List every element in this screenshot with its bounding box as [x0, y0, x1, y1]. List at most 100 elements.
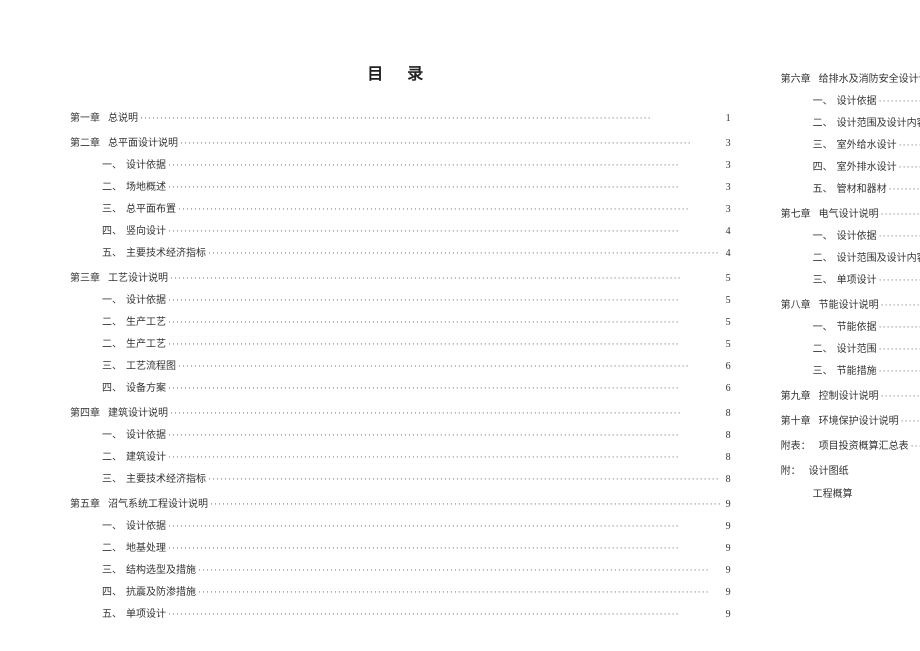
toc-leader: ········································… [166, 609, 724, 619]
toc-title: 目 录 [70, 60, 731, 84]
toc-text: 节能措施 [837, 362, 877, 377]
toc-leader: ········································… [168, 408, 724, 418]
attachment-line: 附： 设计图纸 [781, 462, 920, 477]
toc-page: 5 [726, 339, 731, 350]
sub-label: 二、 [102, 313, 122, 328]
toc-subitem: 二、设计范围及设计内容·····························… [781, 114, 920, 129]
toc-text: 单项设计 [126, 605, 166, 620]
toc-chapter: 第八章节能设计说明·······························… [781, 296, 920, 311]
sub-label: 二、 [102, 448, 122, 463]
sub-label: 三、 [102, 470, 122, 485]
toc-leader: ········································… [166, 430, 724, 440]
toc-subitem: 一、设计依据··································… [70, 426, 731, 441]
toc-leader: ········································… [877, 96, 920, 106]
sub-label: 二、 [102, 178, 122, 193]
toc-text: 建筑设计 [126, 448, 166, 463]
sub-label: 五、 [102, 244, 122, 259]
toc-page: 5 [726, 295, 731, 306]
toc-chapter: 第九章控制设计说明·······························… [781, 387, 920, 402]
toc-text: 主要技术经济指标 [126, 244, 206, 259]
toc-chapter: 第一章总说明··································… [70, 109, 731, 124]
sub-label: 五、 [813, 180, 833, 195]
toc-text: 工艺设计说明 [108, 269, 168, 284]
toc-leader: ········································… [166, 452, 724, 462]
toc-leader: ········································… [176, 361, 724, 371]
toc-text: 设计依据 [126, 156, 166, 171]
toc-text: 生产工艺 [126, 313, 166, 328]
toc-chapter: 第四章建筑设计说明·······························… [70, 404, 731, 419]
toc-subitem: 三、结构选型及措施·······························… [70, 561, 731, 576]
toc-page: 3 [726, 138, 731, 149]
toc-leader: ········································… [877, 231, 920, 241]
sub-label: 一、 [102, 517, 122, 532]
toc-page: 5 [726, 317, 731, 328]
toc-page: 1 [726, 113, 731, 124]
toc-subitem: 三、主要技术经济指标······························… [70, 470, 731, 485]
toc-text: 环境保护设计说明 [819, 412, 899, 427]
sub-label: 三、 [102, 561, 122, 576]
toc-leader: ········································… [196, 565, 724, 575]
toc-text: 设计依据 [837, 92, 877, 107]
toc-subitem: 二、场地概述··································… [70, 178, 731, 193]
toc-page: 9 [726, 609, 731, 620]
appendix-line: 附表： 项目投资概算汇总表 ··························… [781, 437, 920, 452]
chapter-label: 第六章 [781, 70, 811, 85]
sub-label: 一、 [102, 156, 122, 171]
chapter-label: 第五章 [70, 495, 100, 510]
toc-subitem: 三、节能措施··································… [781, 362, 920, 377]
toc-text: 场地概述 [126, 178, 166, 193]
toc-page: 9 [726, 587, 731, 598]
toc-leader: ········································… [178, 138, 724, 148]
toc-leader: ········································… [879, 391, 920, 401]
sub-label: 五、 [102, 605, 122, 620]
toc-leader: ········································… [897, 140, 920, 150]
sub-label: 三、 [813, 362, 833, 377]
appendix-label: 附表： [781, 437, 811, 452]
toc-leader: ········································… [166, 226, 724, 236]
toc-leader: ········································… [909, 441, 920, 451]
toc-leader: ········································… [206, 474, 724, 484]
toc-subitem: 二、设计范围及设计内容·····························… [781, 249, 920, 264]
toc-page: 8 [726, 474, 731, 485]
toc-subitem: 三、总平面布置·································… [70, 200, 731, 215]
toc-page: 8 [726, 408, 731, 419]
sub-label: 二、 [813, 249, 833, 264]
appendix-text: 项目投资概算汇总表 [819, 437, 909, 452]
toc-page: 8 [726, 430, 731, 441]
sub-label: 一、 [813, 227, 833, 242]
chapter-label: 第一章 [70, 109, 100, 124]
sub-label: 二、 [813, 114, 833, 129]
sub-label: 一、 [102, 426, 122, 441]
toc-subitem: 一、设计依据··································… [70, 517, 731, 532]
toc-subitem: 四、竖向设计··································… [70, 222, 731, 237]
toc-text: 生产工艺 [126, 335, 166, 350]
attachment-label: 附： [781, 462, 801, 477]
toc-subitem: 一、设计依据··································… [70, 156, 731, 171]
sub-label: 三、 [102, 357, 122, 372]
toc-text: 竖向设计 [126, 222, 166, 237]
toc-leader: ········································… [168, 273, 724, 283]
toc-chapter: 第七章电气设计说明·······························… [781, 205, 920, 220]
chapter-label: 第三章 [70, 269, 100, 284]
toc-subitem: 三、工艺流程图·································… [70, 357, 731, 372]
toc-page: 3 [726, 160, 731, 171]
toc-text: 设计范围及设计内容 [837, 249, 920, 264]
sub-label: 一、 [102, 291, 122, 306]
sub-label: 一、 [813, 318, 833, 333]
toc-text: 室外给水设计 [837, 136, 897, 151]
toc-text: 电气设计说明 [819, 205, 879, 220]
sub-label: 二、 [102, 335, 122, 350]
toc-subitem: 一、设计依据··································… [781, 92, 920, 107]
toc-leader: ········································… [166, 521, 724, 531]
toc-leader: ········································… [879, 300, 920, 310]
sub-label: 二、 [102, 539, 122, 554]
toc-leader: ········································… [196, 587, 724, 597]
toc-leader: ········································… [166, 543, 724, 553]
toc-leader: ········································… [138, 113, 724, 123]
toc-subitem: 二、建筑设计··································… [70, 448, 731, 463]
toc-right-list: 第六章给排水及消防安全设计说明·························… [781, 70, 920, 427]
toc-text: 抗震及防渗措施 [126, 583, 196, 598]
attachment-text: 设计图纸 [809, 462, 849, 477]
sub-label: 四、 [102, 379, 122, 394]
sub-label: 三、 [813, 271, 833, 286]
